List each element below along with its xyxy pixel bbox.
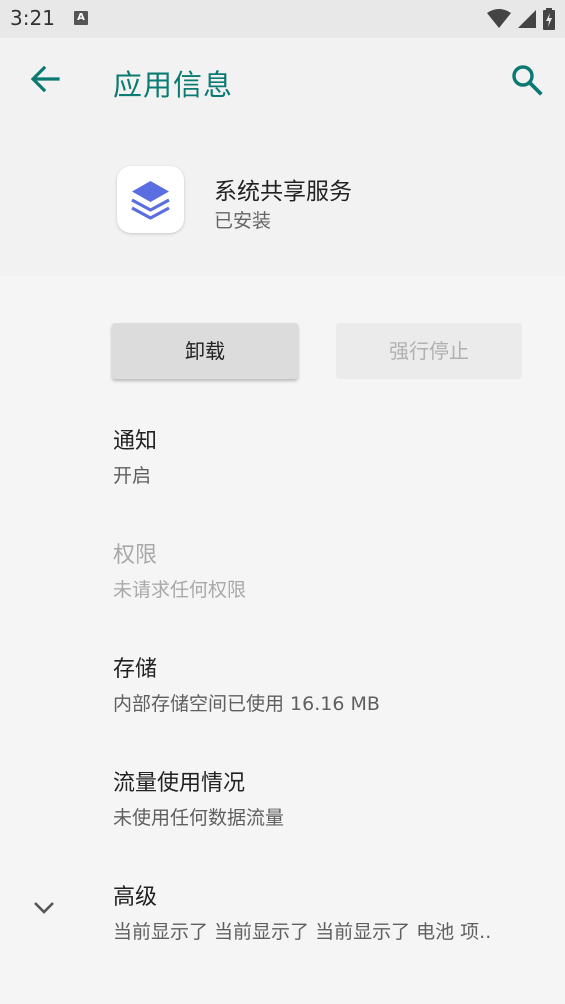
- search-icon[interactable]: [511, 64, 543, 96]
- storage-title: 存储: [113, 657, 158, 682]
- app-header: 系统共享服务 已安装: [0, 126, 565, 276]
- app-bar: 应用信息: [0, 38, 565, 126]
- data-usage-item[interactable]: 流量使用情况 未使用任何数据流量: [113, 765, 553, 830]
- app-icon: [117, 166, 184, 233]
- notifications-item[interactable]: 通知 开启: [113, 423, 553, 488]
- status-bar: 3:21 A: [0, 0, 565, 38]
- permissions-subtitle: 未请求任何权限: [113, 579, 247, 601]
- notification-a-icon: A: [74, 11, 88, 25]
- app-name: 系统共享服务: [214, 179, 352, 205]
- layers-icon: [131, 181, 170, 220]
- data-usage-title: 流量使用情况: [113, 771, 246, 796]
- uninstall-button[interactable]: 卸载: [112, 323, 298, 379]
- notifications-title: 通知: [113, 429, 158, 454]
- advanced-subtitle: 当前显示了 当前显示了 当前显示了 电池 项..: [113, 921, 492, 943]
- storage-subtitle: 内部存储空间已使用 16.16 MB: [113, 693, 380, 715]
- app-install-status: 已安装: [214, 210, 272, 232]
- page-title: 应用信息: [113, 68, 234, 102]
- notifications-subtitle: 开启: [113, 465, 152, 487]
- signal-icon: [518, 10, 536, 28]
- permissions-item[interactable]: 权限 未请求任何权限: [113, 537, 553, 602]
- advanced-item[interactable]: 高级 当前显示了 当前显示了 当前显示了 电池 项..: [113, 879, 553, 944]
- chevron-down-icon[interactable]: [30, 896, 58, 920]
- permissions-title: 权限: [113, 543, 158, 568]
- advanced-title: 高级: [113, 885, 158, 910]
- status-time: 3:21: [10, 6, 55, 30]
- data-usage-subtitle: 未使用任何数据流量: [113, 807, 285, 829]
- force-stop-button[interactable]: 强行停止: [336, 323, 522, 379]
- wifi-icon: [487, 9, 511, 28]
- battery-icon: [543, 8, 555, 30]
- storage-item[interactable]: 存储 内部存储空间已使用 16.16 MB: [113, 651, 553, 716]
- back-arrow-icon[interactable]: [28, 62, 62, 96]
